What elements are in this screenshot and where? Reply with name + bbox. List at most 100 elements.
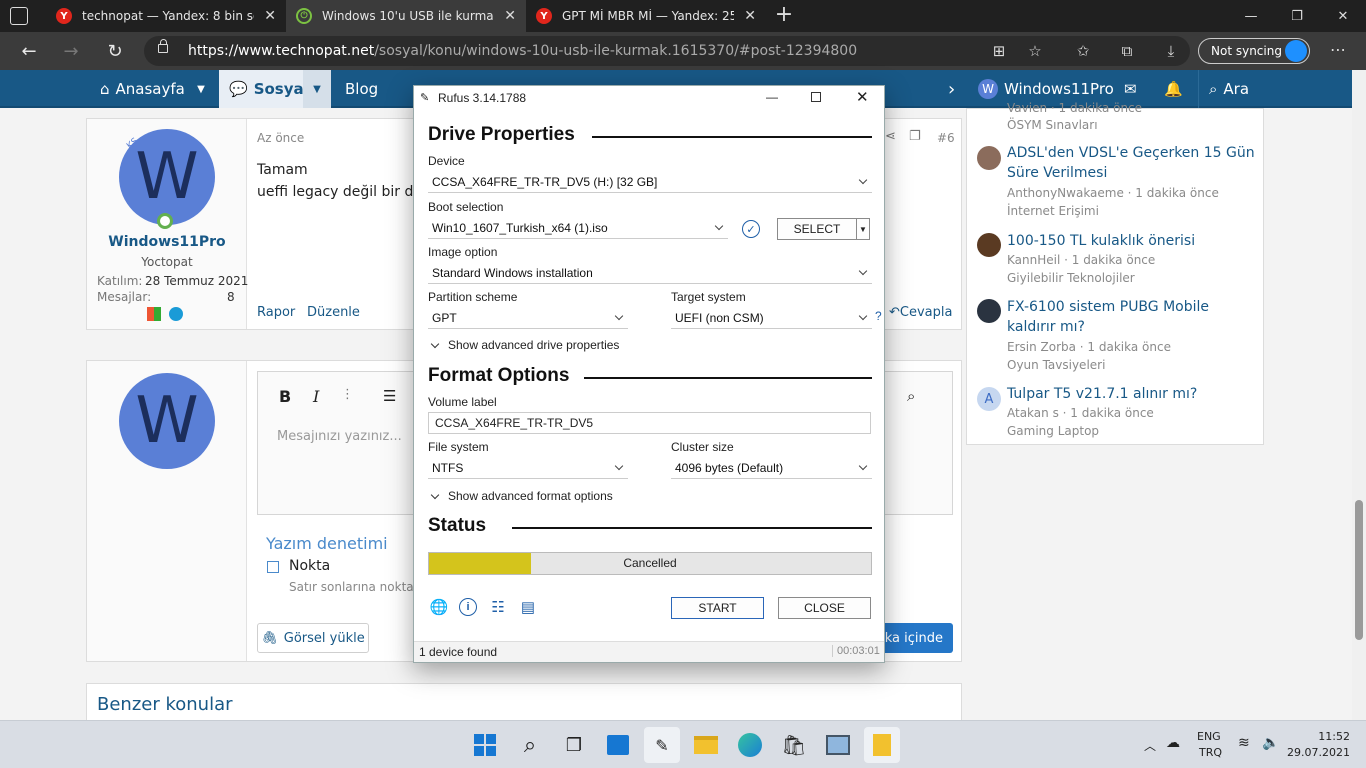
edge-icon[interactable] — [732, 727, 768, 763]
favorites-icon[interactable]: ✩ — [1068, 36, 1098, 66]
avatar[interactable]: A — [977, 387, 1001, 411]
collections-icon[interactable]: ⧉ — [1112, 36, 1142, 66]
post-username[interactable]: Windows11Pro — [87, 234, 247, 250]
bold-icon[interactable]: B — [279, 387, 291, 406]
tab-technopat-usb[interactable]: ⏻ Windows 10'u USB ile kurmak | Technopa… — [286, 0, 526, 32]
maximize-icon[interactable] — [811, 92, 821, 102]
thread-category[interactable]: Gaming Laptop — [1007, 424, 1099, 438]
target-system-select[interactable]: UEFI (non CSM) — [671, 307, 872, 329]
start-menu-icon[interactable] — [467, 727, 503, 763]
task-view-icon[interactable]: ❐ — [556, 727, 592, 763]
tab-yandex-gpt[interactable]: Y GPT Mİ MBR Mİ — Yandex: 250 bin ✕ — [526, 0, 766, 32]
avatar[interactable] — [977, 299, 1001, 323]
store-icon[interactable]: 🛍 — [776, 727, 812, 763]
thread-title[interactable]: Tulpar T5 v21.7.1 alınır mı? — [1007, 384, 1257, 404]
more-options-icon[interactable]: ⋮ — [341, 387, 354, 402]
close-tab-icon[interactable]: ✕ — [264, 8, 276, 24]
share-icon[interactable]: ⋖ — [885, 129, 896, 144]
lock-icon[interactable] — [158, 39, 168, 53]
restore-icon[interactable]: ❐ — [1274, 0, 1320, 32]
thread-category[interactable]: Oyun Tavsiyeleri — [1007, 358, 1105, 372]
chevron-down-icon[interactable]: ▼ — [187, 70, 215, 108]
forward-icon[interactable]: → — [56, 36, 86, 66]
file-system-select[interactable]: NTFS — [428, 457, 628, 479]
settings-icon[interactable]: ☷ — [489, 598, 507, 616]
nav-scroll-right[interactable]: › — [948, 70, 955, 108]
post-time[interactable]: Az önce — [257, 131, 304, 145]
scrollbar-thumb[interactable] — [1355, 500, 1363, 640]
select-dropdown-button[interactable]: ▼ — [856, 218, 870, 240]
bookmark-icon[interactable]: ❐ — [909, 129, 921, 144]
file-explorer-icon[interactable] — [688, 727, 724, 763]
photos-icon[interactable] — [820, 727, 856, 763]
add-favorite-icon[interactable]: ☆ — [1020, 36, 1050, 66]
sync-button[interactable]: Not syncing — [1198, 38, 1310, 64]
weather-icon[interactable]: ☁ — [1166, 735, 1180, 751]
chevron-up-icon[interactable]: ︿ — [1144, 737, 1156, 754]
log-icon[interactable]: ▤ — [519, 598, 537, 616]
clock-time[interactable]: 11:52 — [1298, 730, 1350, 743]
new-tab-icon[interactable]: + — [772, 4, 796, 28]
list-icon[interactable]: ☰ — [383, 387, 396, 405]
close-button[interactable]: CLOSE — [778, 597, 871, 619]
thread-title[interactable]: FX-6100 sistem PUBG Mobile kaldırır mı? — [1007, 297, 1257, 337]
back-icon[interactable]: ← — [14, 36, 44, 66]
cluster-size-select[interactable]: 4096 bytes (Default) — [671, 457, 872, 479]
clock-date[interactable]: 29.07.2021 — [1286, 746, 1350, 759]
apps-icon[interactable]: ⊞ — [984, 36, 1014, 66]
rufus-taskbar-icon[interactable]: ✎ — [644, 727, 680, 763]
thread-category[interactable]: Giyilebilir Teknolojiler — [1007, 271, 1135, 285]
page-scrollbar[interactable] — [1352, 70, 1366, 720]
app-icon[interactable] — [864, 727, 900, 763]
report-link[interactable]: Rapor — [257, 305, 295, 320]
tab-actions-icon[interactable] — [10, 7, 28, 25]
thread-title[interactable]: ADSL'den VDSL'e Geçerken 15 Gün Süre Ver… — [1007, 143, 1257, 183]
preview-icon[interactable]: ⌕ — [907, 387, 915, 405]
boot-selection-select[interactable]: Win10_1607_Turkish_x64 (1).iso — [428, 217, 728, 239]
thread-category[interactable]: İnternet Erişimi — [1007, 204, 1099, 218]
close-icon[interactable]: ✕ — [856, 88, 869, 106]
upload-image-button[interactable]: 🖇 Görsel yükle — [257, 623, 369, 653]
device-select[interactable]: CCSA_X64FRE_TR-TR_DV5 (H:) [32 GB] — [428, 171, 872, 193]
message-input[interactable]: Mesajınızı yazınız... — [277, 429, 402, 444]
volume-icon[interactable]: 🔈 — [1262, 735, 1279, 751]
post-number[interactable]: #6 — [937, 131, 955, 145]
globe-icon[interactable]: 🌐 — [430, 598, 449, 616]
more-icon[interactable]: ⋯ — [1324, 40, 1352, 64]
thread-category[interactable]: ÖSYM Sınavları — [1007, 118, 1098, 132]
search-icon[interactable]: ⌕ — [512, 727, 548, 763]
info-icon[interactable]: i — [459, 598, 477, 616]
spell-checkbox[interactable] — [267, 561, 279, 573]
advanced-format-toggle[interactable]: Show advanced format options — [428, 489, 613, 503]
lang-2[interactable]: TRQ — [1199, 746, 1222, 759]
reply-link[interactable]: ↶Cevapla — [889, 305, 952, 320]
partition-scheme-select[interactable]: GPT — [428, 307, 628, 329]
nav-search[interactable]: ⌕ Ara — [1198, 70, 1258, 108]
help-icon[interactable]: ? — [875, 309, 882, 323]
image-option-select[interactable]: Standard Windows installation — [428, 262, 872, 284]
tab-yandex-technopat[interactable]: Y technopat — Yandex: 8 bin sonuç ✕ — [46, 0, 286, 32]
volume-label-input[interactable]: CCSA_X64FRE_TR-TR_DV5 — [428, 412, 871, 434]
close-window-icon[interactable]: ✕ — [1320, 0, 1366, 32]
minimize-icon[interactable]: — — [1228, 0, 1274, 32]
downloads-icon[interactable]: ⤓ — [1156, 36, 1186, 66]
avatar[interactable]: W — [119, 373, 215, 469]
close-tab-icon[interactable]: ✕ — [744, 8, 756, 24]
avatar[interactable] — [977, 146, 1001, 170]
widgets-icon[interactable] — [600, 727, 636, 763]
nav-social[interactable]: 💬 Sosyal — [219, 70, 309, 108]
start-button[interactable]: START — [671, 597, 764, 619]
close-tab-icon[interactable]: ✕ — [504, 8, 516, 24]
lang-1[interactable]: ENG — [1197, 730, 1221, 743]
bell-icon[interactable]: 🔔 — [1164, 70, 1183, 108]
submit-button[interactable]: ıka içinde — [877, 623, 953, 653]
nav-home[interactable]: ⌂ Anasayfa — [100, 70, 185, 108]
advanced-drive-toggle[interactable]: Show advanced drive properties — [428, 338, 619, 352]
wifi-icon[interactable]: ≋ — [1238, 735, 1250, 751]
spell-option-label[interactable]: Nokta — [289, 558, 330, 574]
select-button[interactable]: SELECT — [777, 218, 857, 240]
checkmark-icon[interactable]: ✓ — [742, 220, 760, 238]
chevron-down-icon[interactable]: ▼ — [303, 70, 331, 108]
edit-link[interactable]: Düzenle — [307, 305, 360, 320]
italic-icon[interactable]: I — [313, 387, 319, 406]
